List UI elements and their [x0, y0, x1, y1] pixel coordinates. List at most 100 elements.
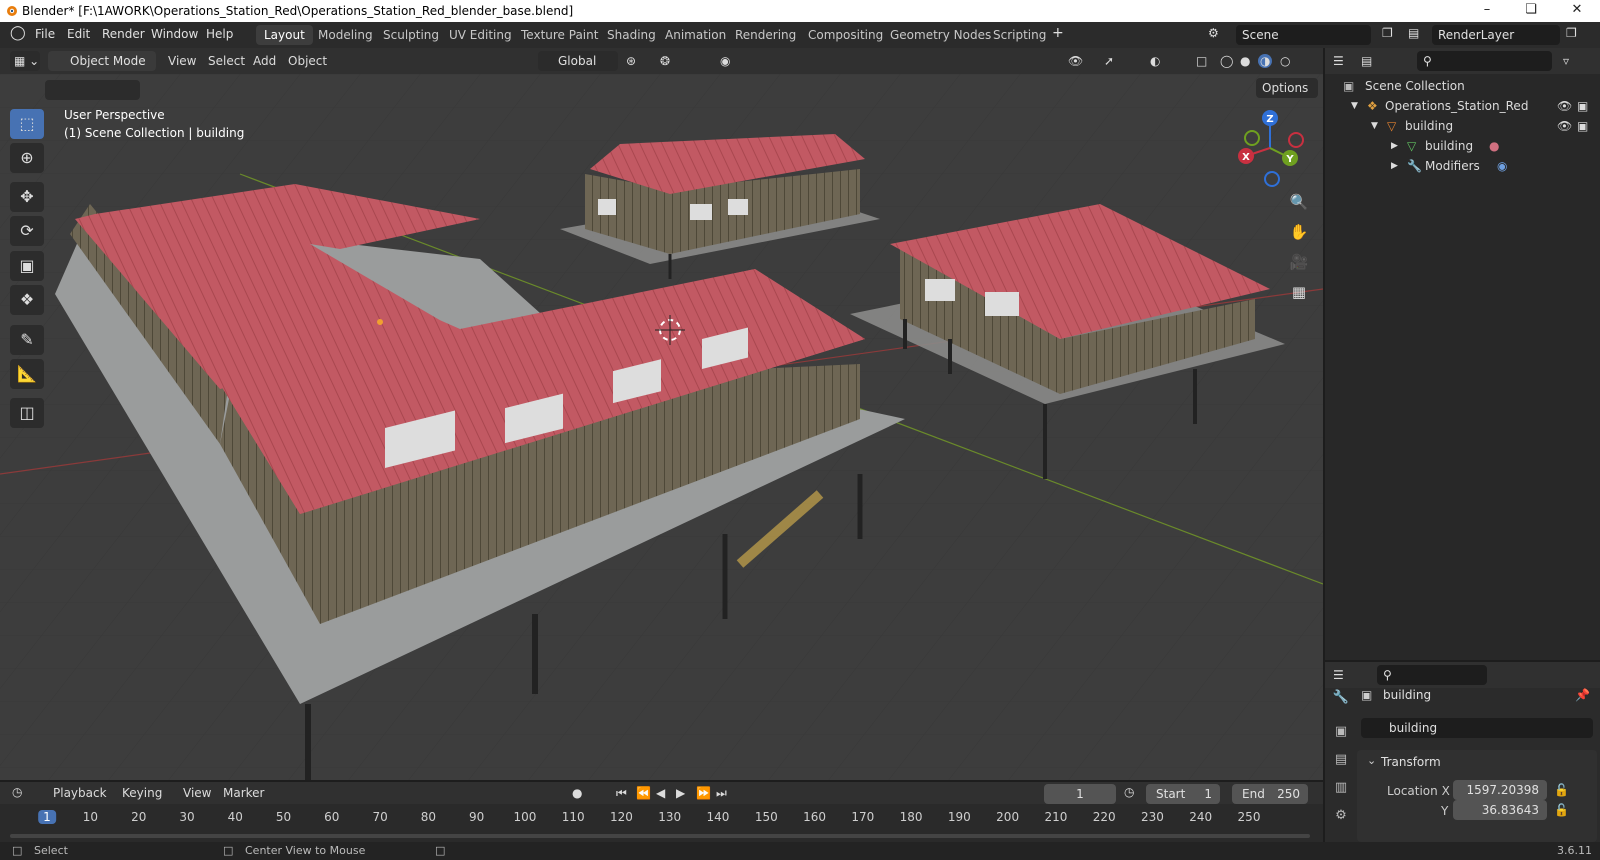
scene-selector[interactable]: Scene [1236, 25, 1371, 45]
scale-icon[interactable]: ▣ [10, 251, 44, 281]
tab-shading[interactable]: Shading [599, 25, 664, 45]
tab-uv-editing[interactable]: UV Editing [441, 25, 520, 45]
collapse-icon[interactable]: ▶ [1391, 136, 1398, 156]
viewport-menu-object[interactable]: Object [288, 54, 327, 68]
view-layer-tab-icon[interactable]: ▥ [1331, 780, 1351, 800]
outliner-scene-collection[interactable]: ▣ Scene Collection [1325, 76, 1600, 96]
object-name-field[interactable]: building [1361, 718, 1593, 738]
scene-icon[interactable]: ⚙ [1208, 26, 1219, 40]
expand-icon[interactable]: ▼ [1351, 96, 1358, 116]
measure-icon[interactable]: 📐 [10, 359, 44, 389]
menu-window[interactable]: Window [151, 27, 198, 41]
camera-render-icon[interactable]: ▣ [1577, 116, 1588, 136]
perspective-grid-icon[interactable]: ▦ [1285, 278, 1313, 306]
add-cube-icon[interactable]: ◫ [10, 398, 44, 428]
chevron-down-icon[interactable]: ⌄ [1367, 754, 1376, 767]
tab-layout[interactable]: Layout [256, 25, 313, 45]
tab-texture-paint[interactable]: Texture Paint [513, 25, 606, 45]
filter-icon[interactable]: ▿ [1563, 54, 1569, 68]
new-layer-icon[interactable]: ❐ [1566, 26, 1577, 40]
mode-selector[interactable]: Object Mode [48, 51, 156, 71]
outliner-item-mesh[interactable]: ▶ ▽ building ● [1325, 136, 1600, 156]
properties-panel: ☰ ⚲ 🔧 ▣ ▤ ▥ ⚙ ▣ building 📌 building ⌄ Tr… [1325, 662, 1600, 842]
menu-file[interactable]: File [35, 27, 55, 41]
new-scene-icon[interactable]: ❐ [1382, 26, 1393, 40]
outliner-item-object[interactable]: ▼ ▽ building 👁 ▣ [1325, 116, 1600, 136]
tab-modeling[interactable]: Modeling [310, 25, 381, 45]
mesh-label: building [1425, 139, 1474, 153]
select-mode-buttons[interactable] [45, 80, 140, 100]
frame-ruler[interactable]: 1 10 20 30 40 50 60 70 80 90 100 110 120 130 140 150 160… [0, 782, 1323, 842]
pan-hand-icon[interactable]: ✋ [1285, 218, 1313, 246]
output-tab-icon[interactable]: ▤ [1331, 752, 1351, 772]
eye-icon[interactable]: 👁 [1557, 96, 1572, 116]
tab-animation[interactable]: Animation [657, 25, 734, 45]
editor-type-icon[interactable]: ▦ ⌄ [10, 51, 40, 71]
expand-icon[interactable]: ▼ [1371, 116, 1378, 136]
tool-tab-icon[interactable]: 🔧 [1331, 690, 1351, 710]
minimize-icon[interactable]: – [1465, 0, 1509, 22]
visibility-icon[interactable]: 👁 [1068, 54, 1083, 68]
outliner-editor-icon[interactable]: ☰ [1333, 54, 1344, 68]
wrench-icon: 🔧 [1407, 159, 1422, 173]
lock-icon[interactable]: 🔓 [1554, 803, 1569, 817]
location-x-field[interactable]: 1597.20398 [1453, 780, 1547, 800]
blender-menu-icon[interactable]: ◯ [10, 25, 26, 41]
3d-viewport[interactable]: Z X Y ⬚ ⊕ ✥ ⟳ ▣ ❖ ✎ 📐 ◫ User Perspective… [0, 74, 1323, 780]
frame-tick: 180 [899, 810, 923, 824]
move-icon[interactable]: ✥ [10, 182, 44, 212]
restore-icon[interactable]: ❏ [1509, 0, 1553, 22]
transform-icon[interactable]: ❖ [10, 285, 44, 315]
lock-icon[interactable]: 🔓 [1554, 783, 1569, 797]
wireframe-shading-icon[interactable]: ◯ [1220, 54, 1233, 68]
tab-compositing[interactable]: Compositing [800, 25, 891, 45]
scene-tab-icon[interactable]: ⚙ [1331, 808, 1351, 828]
rotate-icon[interactable]: ⟳ [10, 216, 44, 246]
properties-editor-icon[interactable]: ☰ [1333, 668, 1344, 682]
cursor-icon[interactable]: ⊕ [10, 143, 44, 173]
rendered-shading-icon[interactable]: ○ [1280, 54, 1290, 68]
render-layer-icon[interactable]: ▤ [1408, 26, 1419, 40]
zoom-icon[interactable]: 🔍 [1285, 188, 1313, 216]
display-mode-icon[interactable]: ▤ [1361, 54, 1372, 68]
solid-shading-icon[interactable]: ● [1240, 54, 1250, 68]
properties-search-input[interactable]: ⚲ [1377, 665, 1487, 685]
menu-help[interactable]: Help [206, 27, 233, 41]
transform-orientation-selector[interactable]: Global [538, 51, 618, 71]
tab-geometry-nodes[interactable]: Geometry Nodes [882, 25, 999, 45]
add-workspace-icon[interactable]: + [1052, 25, 1064, 41]
camera-render-icon[interactable]: ▣ [1577, 96, 1588, 116]
pivot-icon[interactable]: ⊛ [626, 54, 636, 68]
menu-edit[interactable]: Edit [67, 27, 90, 41]
proportional-edit-icon[interactable]: ◉ [720, 54, 730, 68]
outliner-item-modifiers[interactable]: ▶ 🔧 Modifiers ◉ [1325, 156, 1600, 176]
gizmo-icon[interactable]: ➚ [1104, 54, 1114, 68]
outliner-item-collection[interactable]: ▼ ❖ Operations_Station_Red 👁 ▣ [1325, 96, 1600, 116]
viewport-menu-view[interactable]: View [168, 54, 196, 68]
xray-icon[interactable]: □ [1196, 54, 1207, 68]
tab-scripting[interactable]: Scripting [985, 25, 1054, 45]
options-button[interactable]: Options [1256, 78, 1318, 98]
annotate-icon[interactable]: ✎ [10, 325, 44, 355]
eye-icon[interactable]: 👁 [1557, 116, 1572, 136]
frame-tick: 200 [996, 810, 1020, 824]
collapse-icon[interactable]: ▶ [1391, 156, 1398, 176]
timeline-scrollbar[interactable] [10, 834, 1310, 838]
outliner-search-input[interactable]: ⚲ [1417, 51, 1552, 71]
transform-section-title[interactable]: Transform [1381, 755, 1441, 769]
camera-icon[interactable]: 🎥 [1285, 248, 1313, 276]
select-box-icon[interactable]: ⬚ [10, 109, 44, 139]
viewport-menu-add[interactable]: Add [253, 54, 276, 68]
pin-icon[interactable]: 📌 [1575, 688, 1590, 702]
close-icon[interactable]: ✕ [1555, 0, 1599, 22]
overlays-icon[interactable]: ◐ [1150, 54, 1160, 68]
material-shading-icon[interactable]: ◑ [1258, 54, 1273, 68]
tab-rendering[interactable]: Rendering [727, 25, 804, 45]
viewport-menu-select[interactable]: Select [208, 54, 245, 68]
location-y-field[interactable]: 36.83643 [1453, 800, 1547, 820]
render-layer-selector[interactable]: RenderLayer [1432, 25, 1560, 45]
render-tab-icon[interactable]: ▣ [1331, 724, 1351, 744]
snap-icon[interactable]: ❂ [660, 54, 670, 68]
tab-sculpting[interactable]: Sculpting [375, 25, 447, 45]
menu-render[interactable]: Render [102, 27, 145, 41]
